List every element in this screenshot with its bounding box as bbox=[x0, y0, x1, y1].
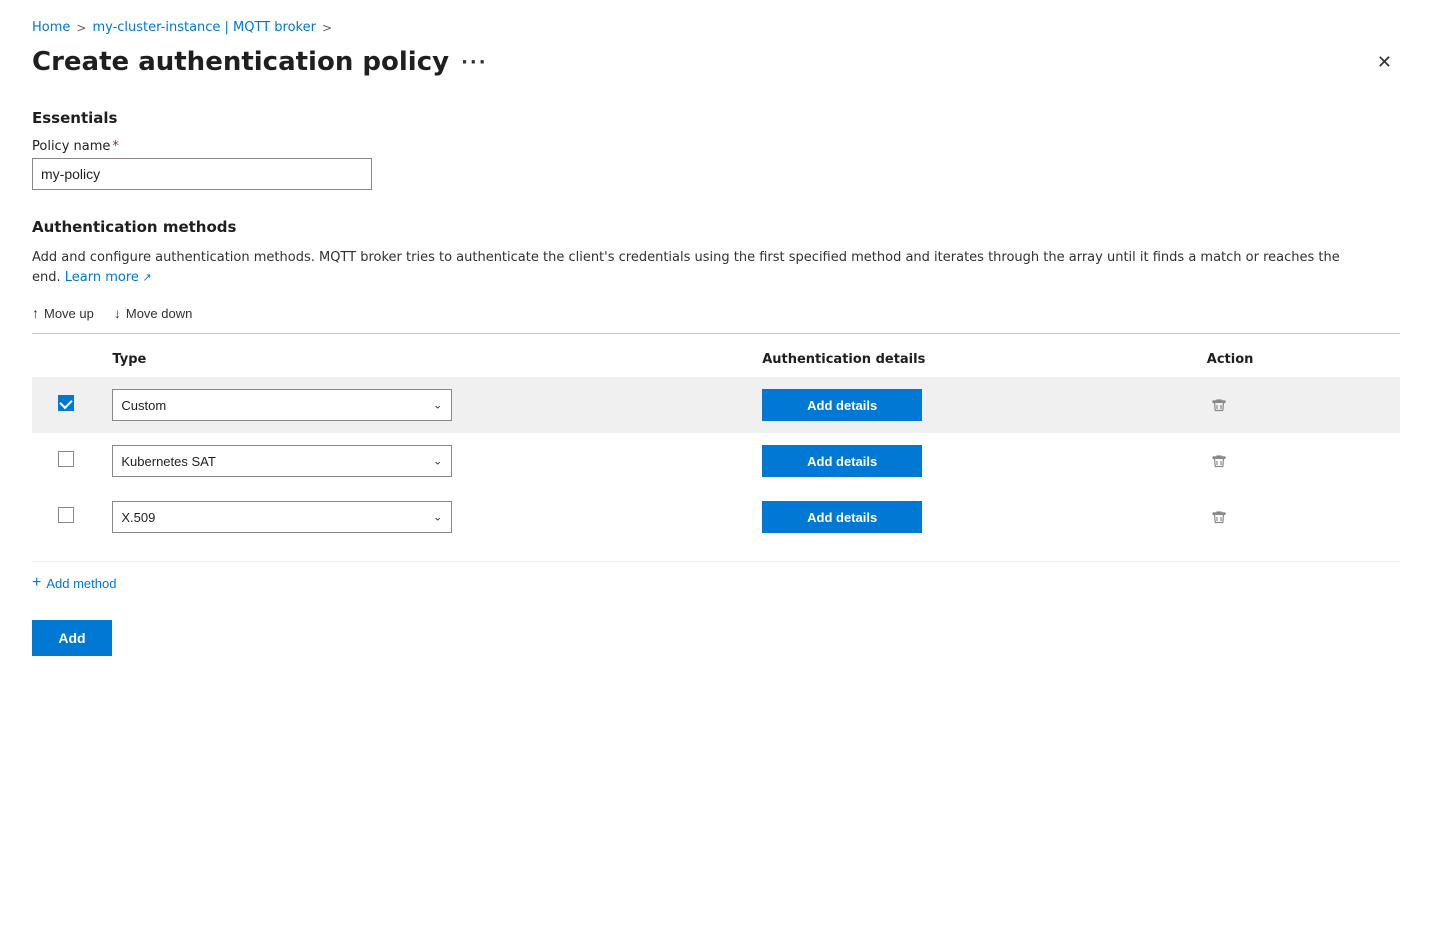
breadcrumb-home[interactable]: Home bbox=[32, 20, 70, 35]
add-details-button[interactable]: Add details bbox=[762, 445, 922, 477]
table-row: CustomKubernetes SATX.509⌄Add details bbox=[32, 433, 1400, 489]
breadcrumb-sep2: > bbox=[322, 21, 332, 35]
move-controls: ↑ Move up ↓ Move down bbox=[32, 301, 1400, 334]
add-details-button[interactable]: Add details bbox=[762, 501, 922, 533]
add-method-row: + Add method bbox=[32, 561, 1400, 596]
learn-more-link[interactable]: Learn more ↗ bbox=[65, 270, 152, 285]
auth-methods-section: Authentication methods Add and configure… bbox=[32, 218, 1400, 656]
page-title: Create authentication policy bbox=[32, 47, 449, 77]
external-link-icon: ↗ bbox=[139, 271, 152, 284]
row-checkbox[interactable] bbox=[58, 507, 74, 523]
type-select[interactable]: CustomKubernetes SATX.509 bbox=[112, 445, 452, 477]
trash-icon bbox=[1211, 453, 1227, 469]
breadcrumb: Home > my-cluster-instance | MQTT broker… bbox=[32, 20, 1400, 35]
table-header-row: Type Authentication details Action bbox=[32, 342, 1400, 377]
trash-icon bbox=[1211, 509, 1227, 525]
essentials-section: Essentials Policy name* bbox=[32, 109, 1400, 190]
policy-name-input[interactable] bbox=[32, 158, 372, 190]
auth-methods-description: Add and configure authentication methods… bbox=[32, 248, 1352, 287]
col-header-action: Action bbox=[1195, 342, 1400, 377]
policy-name-label: Policy name* bbox=[32, 139, 1400, 154]
type-select[interactable]: CustomKubernetes SATX.509 bbox=[112, 389, 452, 421]
add-method-button[interactable]: + Add method bbox=[32, 570, 116, 596]
close-button[interactable]: ✕ bbox=[1369, 49, 1400, 75]
col-header-check bbox=[32, 342, 100, 377]
essentials-title: Essentials bbox=[32, 109, 1400, 127]
page-header: Create authentication policy ··· ✕ bbox=[32, 47, 1400, 77]
delete-row-button[interactable] bbox=[1207, 393, 1231, 417]
move-down-button[interactable]: ↓ Move down bbox=[114, 301, 192, 325]
trash-icon bbox=[1211, 397, 1227, 413]
delete-row-button[interactable] bbox=[1207, 449, 1231, 473]
arrow-up-icon: ↑ bbox=[32, 305, 39, 321]
plus-icon: + bbox=[32, 574, 41, 592]
move-up-button[interactable]: ↑ Move up bbox=[32, 301, 94, 325]
col-header-auth-details: Authentication details bbox=[750, 342, 1195, 377]
type-select[interactable]: CustomKubernetes SATX.509 bbox=[112, 501, 452, 533]
delete-row-button[interactable] bbox=[1207, 505, 1231, 529]
breadcrumb-instance[interactable]: my-cluster-instance | MQTT broker bbox=[92, 20, 316, 35]
more-options-icon[interactable]: ··· bbox=[461, 52, 488, 73]
add-submit-button[interactable]: Add bbox=[32, 620, 112, 656]
methods-table: Type Authentication details Action Custo… bbox=[32, 342, 1400, 545]
col-header-type: Type bbox=[100, 342, 750, 377]
table-row: CustomKubernetes SATX.509⌄Add details bbox=[32, 377, 1400, 433]
breadcrumb-sep1: > bbox=[76, 21, 86, 35]
add-details-button[interactable]: Add details bbox=[762, 389, 922, 421]
table-row: CustomKubernetes SATX.509⌄Add details bbox=[32, 489, 1400, 545]
row-checkbox[interactable] bbox=[58, 395, 74, 411]
row-checkbox[interactable] bbox=[58, 451, 74, 467]
arrow-down-icon: ↓ bbox=[114, 305, 121, 321]
auth-methods-title: Authentication methods bbox=[32, 218, 1400, 236]
